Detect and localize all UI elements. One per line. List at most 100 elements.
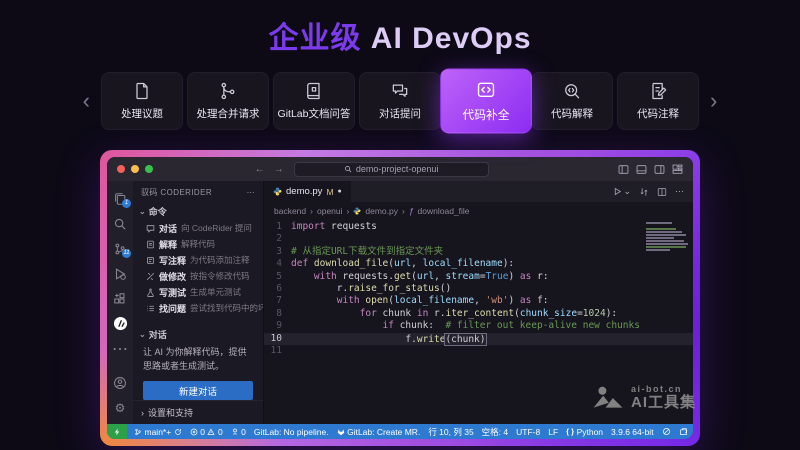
extensions-icon[interactable] [107,286,133,311]
command-explain[interactable]: 解释 解释代码 [133,236,263,252]
beaker-icon [146,288,155,297]
command-chat[interactable]: 对话 向 CodeRider 提问 [133,220,263,236]
sidebar-more-icon[interactable]: ⋯ [247,188,255,197]
tab-label: 代码注释 [637,106,679,121]
run-debug-icon[interactable] [107,261,133,286]
minimap[interactable] [646,222,690,251]
tab-code-explain[interactable]: 代码解释 [531,72,613,130]
more-views-icon[interactable]: ⋯ [107,336,133,361]
chevron-left-icon: ‹ [83,88,90,113]
merge-request-icon [218,81,238,101]
tab-demo-py[interactable]: demo.py M ● [264,181,351,202]
watermark-name: AI工具集 [631,395,696,411]
command-find-issue[interactable]: 找问题 尝试找到代码中的坏… [133,300,263,316]
gitlab-create-mr[interactable]: GitLab: Create MR. [333,427,425,437]
ai-bot-logo-icon [592,385,624,411]
encoding[interactable]: UTF-8 [512,427,544,437]
feedback-icon[interactable] [675,427,692,436]
tab-code-completion[interactable]: 代码补全 [440,69,532,134]
customize-layout-icon[interactable] [672,164,683,175]
code-lines: 1import requests23# 从指定URL下载文件到指定文件夹4def… [264,221,693,357]
editor-actions: ⌄ ⋯ [613,181,693,202]
window-controls [107,165,153,173]
chevron-right-icon: › [141,408,144,418]
toggle-secondary-sidebar-icon[interactable] [654,164,665,175]
watermark: ai-bot.cn AI工具集 [592,385,696,411]
run-python-file-button[interactable]: ⌄ [613,186,631,197]
remote-indicator[interactable] [107,424,127,439]
chat-section-header[interactable]: ⌄ 对话 [133,325,263,343]
command-name: 做修改 [159,270,186,283]
close-button[interactable] [117,165,125,173]
source-control-icon[interactable]: 11 [107,236,133,261]
python-interpreter[interactable]: 3.9.6 64-bit [607,427,658,437]
warning-count: 0 [218,427,223,437]
toggle-sidebar-icon[interactable] [618,164,629,175]
window-titlebar: ← → demo-project-openui [107,157,693,181]
problems-status[interactable]: 0 0 [186,427,227,437]
pipeline-count-status[interactable]: 0 [227,427,250,437]
search-view-icon[interactable] [107,211,133,236]
git-modified-badge: M [326,187,333,197]
cursor-position[interactable]: 行 10, 列 35 [424,426,477,438]
compare-icon[interactable] [639,187,649,197]
command-write-comment[interactable]: 写注释 为代码添加注释 [133,252,263,268]
command-modify[interactable]: 做修改 按指令修改代码 [133,268,263,284]
chevron-right-icon: › [710,88,717,113]
tab-label: 处理合并请求 [197,106,260,121]
breadcrumb-item[interactable]: download_file [418,206,470,216]
sync-icon [174,428,182,436]
explorer-icon[interactable]: 1 [107,186,133,211]
pipeline-icon [231,428,239,436]
settings-support-label: 设置和支持 [148,406,193,419]
breadcrumb-item[interactable]: openui [317,206,343,216]
gitlab-create-mr-label: GitLab: Create MR. [347,427,420,437]
command-desc: 解释代码 [181,238,215,250]
forward-icon[interactable]: → [274,164,284,175]
command-name: 找问题 [159,302,186,315]
carousel-next-button[interactable]: › [708,90,719,112]
sidebar-header: 驭码 CODERIDER ⋯ [133,181,263,202]
command-center-search[interactable]: demo-project-openui [294,162,489,177]
carousel-prev-button[interactable]: ‹ [81,90,92,112]
breadcrumb-item[interactable]: demo.py [365,206,398,216]
branch-name: main*+ [145,427,172,437]
python-file-icon [353,207,361,215]
command-name: 对话 [159,222,177,235]
tab-chat-ask[interactable]: 对话提问 [359,72,441,130]
language-mode[interactable]: { } Python [562,427,607,437]
error-icon [190,428,198,436]
tab-handle-issue[interactable]: 处理议题 [101,72,183,130]
code-comment-icon [648,81,668,101]
back-icon[interactable]: ← [255,164,265,175]
git-branch-status[interactable]: main*+ [130,427,186,437]
settings-gear-icon[interactable]: ⚙ [107,395,133,420]
indentation[interactable]: 空格: 4 [478,426,512,438]
commands-section-header[interactable]: ⌄ 命令 [133,202,263,220]
comment-icon [146,224,155,233]
tab-label: 代码补全 [462,107,509,124]
tab-handle-merge-request[interactable]: 处理合并请求 [187,72,269,130]
breadcrumb-item[interactable]: backend [274,206,306,216]
gitlab-pipeline-status[interactable]: GitLab: No pipeline. [250,427,333,437]
split-editor-icon[interactable] [657,187,667,197]
tunnel-icon[interactable] [658,427,675,436]
maximize-button[interactable] [145,165,153,173]
coderider-logo-icon[interactable] [107,311,133,336]
command-write-test[interactable]: 写测试 生成单元测试 [133,284,263,300]
workspace-name: demo-project-openui [356,164,439,174]
dirty-indicator[interactable]: ● [338,188,342,195]
minimize-button[interactable] [131,165,139,173]
settings-support-row[interactable]: › 设置和支持 [133,400,263,424]
function-symbol-icon: ƒ [409,206,414,216]
tab-gitlab-doc-qa[interactable]: GitLab文档问答 [273,72,355,130]
toggle-panel-icon[interactable] [636,164,647,175]
new-chat-button[interactable]: 新建对话 [143,381,253,400]
more-actions-icon[interactable]: ⋯ [675,186,684,197]
command-desc: 生成单元测试 [190,286,241,298]
eol-sequence[interactable]: LF [544,427,562,437]
gitlab-doc-qa-icon [304,81,324,101]
account-icon[interactable] [107,370,133,395]
tab-file-name: demo.py [286,186,322,197]
tab-code-comment[interactable]: 代码注释 [617,72,699,130]
